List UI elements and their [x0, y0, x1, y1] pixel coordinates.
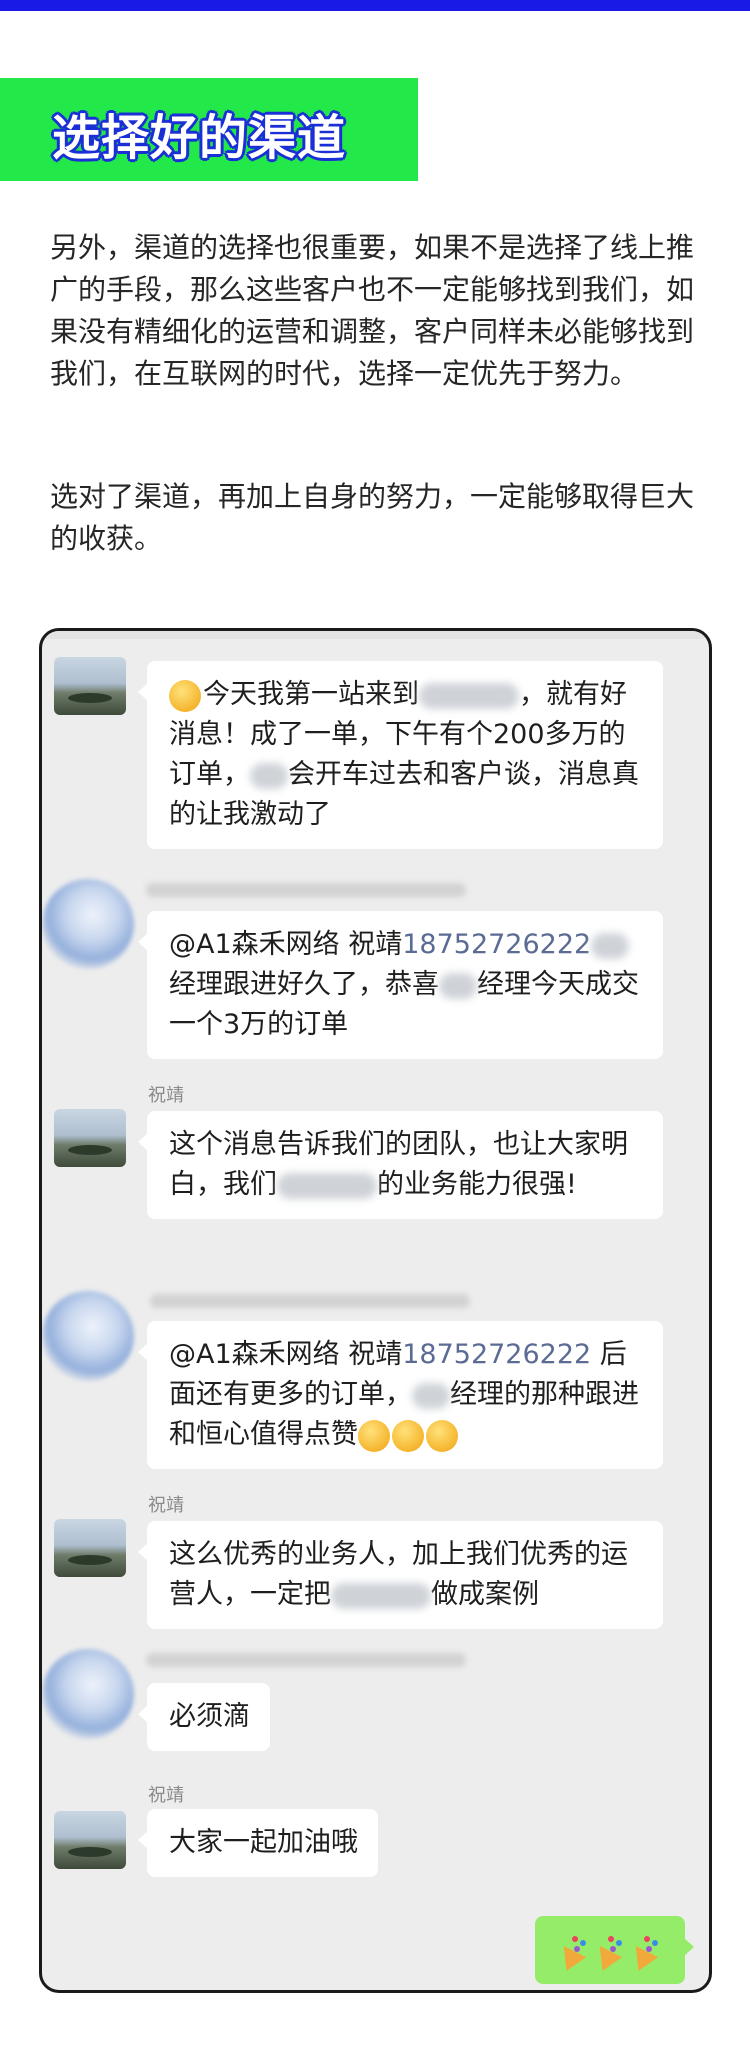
phone-number[interactable]: 18752726222 — [402, 1339, 591, 1370]
mention-text[interactable]: @A1森禾网络 祝靖 — [169, 929, 402, 960]
avatar[interactable] — [42, 1649, 134, 1739]
party-popper-icon — [626, 1934, 660, 1968]
redacted-blur — [439, 972, 477, 999]
message-bubble[interactable]: 大家一起加油哦 — [138, 1809, 378, 1877]
chat-screenshot: 今天我第一站来到 ，就有好消息！成了一单，下午有个200多万的订单， 会开车过去和客… — [39, 628, 712, 1993]
emoji-icon — [426, 1419, 458, 1452]
phone-number[interactable]: 18752726222 — [402, 929, 591, 960]
emoji-icon — [358, 1419, 390, 1452]
avatar[interactable] — [42, 879, 134, 969]
redacted-blur — [277, 1172, 377, 1199]
message-bubble[interactable]: @A1森禾网络 祝靖18752726222 后面还有更多的订单， 经理的那种跟进和… — [138, 1321, 663, 1469]
message-text: 必须滴 — [169, 1701, 250, 1732]
sender-name: 祝靖 — [148, 1495, 184, 1516]
message-bubble[interactable]: @A1森禾网络 祝靖18752726222经理跟进好久了，恭喜 经理今天成交一个3… — [138, 911, 663, 1059]
my-message-bubble[interactable] — [535, 1916, 694, 1984]
message-bubble[interactable]: 必须滴 — [138, 1683, 270, 1751]
sender-name: 祝靖 — [148, 1085, 184, 1106]
avatar[interactable] — [54, 1109, 126, 1167]
avatar[interactable] — [54, 1811, 126, 1869]
message-text: 大家一起加油哦 — [169, 1827, 358, 1858]
message-text: 的业务能力很强! — [377, 1169, 577, 1200]
avatar[interactable] — [54, 1519, 126, 1577]
party-popper-icon — [554, 1934, 588, 1968]
smirk-emoji-icon — [169, 679, 201, 712]
sender-name-blurred — [146, 883, 466, 897]
article-paragraph: 另外，渠道的选择也很重要，如果不是选择了线上推广的手段，那么这些客户也不一定能够… — [50, 231, 695, 390]
message-bubble[interactable]: 今天我第一站来到 ，就有好消息！成了一单，下午有个200多万的订单， 会开车过去和客… — [138, 661, 663, 849]
redacted-blur — [591, 932, 630, 959]
top-accent-bar — [0, 0, 750, 11]
sender-name-blurred — [146, 1653, 466, 1667]
article-paragraph: 选对了渠道，再加上自身的努力，一定能够取得巨大的收获。 — [50, 480, 695, 555]
message-bubble[interactable]: 这个消息告诉我们的团队，也让大家明白，我们 的业务能力很强! — [138, 1111, 663, 1219]
redacted-blur — [331, 1582, 431, 1609]
message-text: 经理跟进好久了，恭喜 — [169, 969, 439, 1000]
message-text: 今天我第一站来到 — [203, 679, 419, 710]
party-popper-icon — [590, 1934, 624, 1968]
section-heading: 选择好的渠道 — [52, 110, 347, 166]
chat-header-strip — [42, 631, 709, 639]
message-bubble[interactable]: 这么优秀的业务人，加上我们优秀的运营人，一定把 做成案例 — [138, 1521, 663, 1629]
sender-name: 祝靖 — [148, 1785, 184, 1806]
emoji-icon — [392, 1419, 424, 1452]
redacted-blur — [250, 762, 288, 789]
avatar[interactable] — [54, 657, 126, 715]
redacted-blur — [419, 682, 519, 709]
avatar[interactable] — [42, 1291, 134, 1381]
message-text: 做成案例 — [431, 1579, 539, 1610]
sender-name-blurred — [150, 1294, 470, 1308]
redacted-blur — [412, 1382, 450, 1409]
mention-text[interactable]: @A1森禾网络 祝靖 — [169, 1339, 402, 1370]
